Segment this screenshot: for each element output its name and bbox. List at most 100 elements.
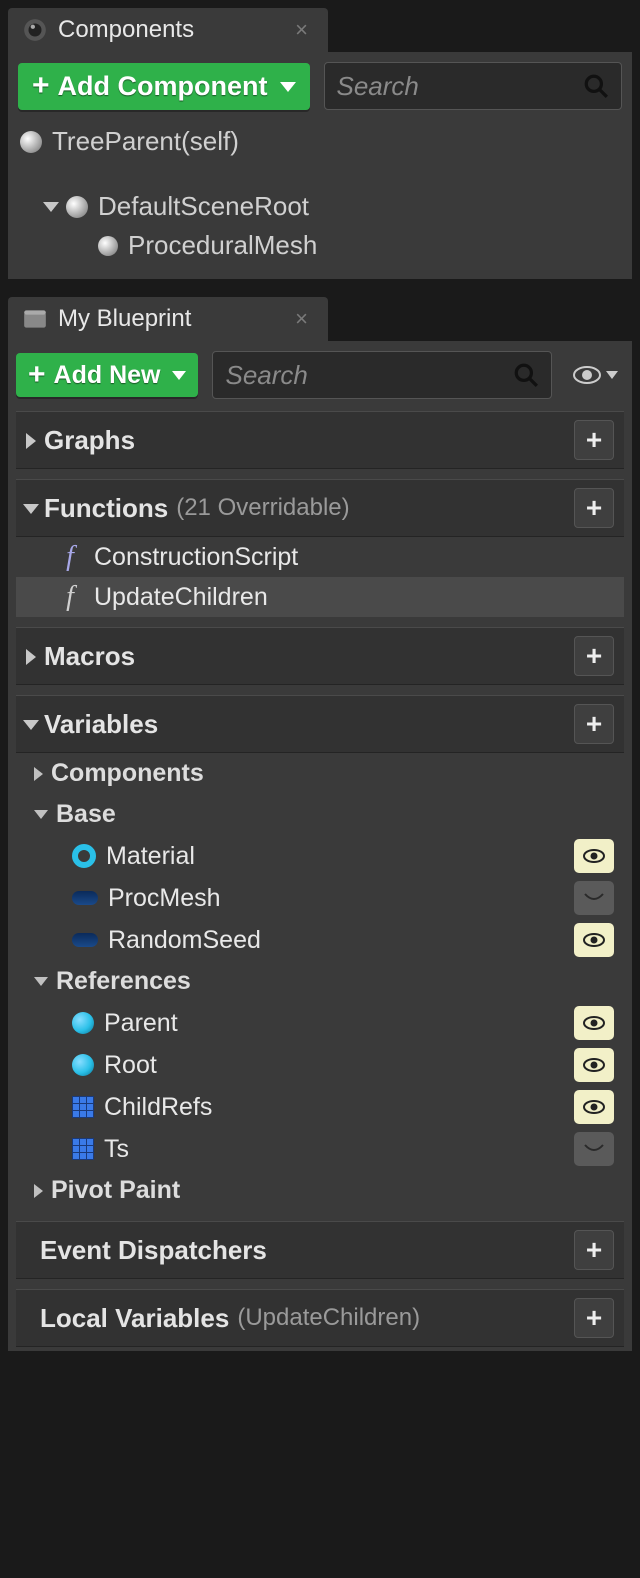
tree-root-item[interactable]: TreeParent(self) bbox=[18, 122, 622, 161]
components-tab-label: Components bbox=[58, 16, 194, 44]
chevron-right-icon bbox=[26, 641, 36, 672]
visibility-toggle[interactable] bbox=[574, 1090, 614, 1124]
variable-name: Ts bbox=[104, 1135, 129, 1164]
local-variables-section-header[interactable]: Local Variables (UpdateChildren) + bbox=[16, 1289, 624, 1347]
add-graph-button[interactable]: + bbox=[574, 420, 614, 460]
visibility-toggle[interactable] bbox=[574, 923, 614, 957]
add-new-label: Add New bbox=[54, 361, 161, 390]
variable-name: Material bbox=[106, 842, 195, 871]
caret-down-icon bbox=[280, 80, 296, 92]
add-macro-button[interactable]: + bbox=[574, 636, 614, 676]
visibility-toggle[interactable] bbox=[574, 1048, 614, 1082]
search-icon bbox=[513, 362, 539, 388]
array-type-icon bbox=[72, 1096, 94, 1118]
components-tab[interactable]: Components × bbox=[8, 8, 328, 52]
functions-section-header[interactable]: Functions (21 Overridable) + bbox=[16, 479, 624, 537]
chevron-right-icon bbox=[26, 425, 36, 456]
add-component-button[interactable]: + Add Component bbox=[18, 63, 310, 110]
view-options-button[interactable] bbox=[566, 365, 624, 385]
object-type-icon bbox=[72, 933, 98, 947]
tree-root-label: TreeParent(self) bbox=[52, 126, 239, 157]
function-name: ConstructionScript bbox=[94, 543, 298, 572]
plus-icon: + bbox=[32, 71, 50, 101]
my-blueprint-panel: + Add New Search Graphs + bbox=[8, 341, 632, 1351]
components-panel: + Add Component Search TreeParent(self) bbox=[8, 52, 632, 279]
variable-root[interactable]: Root bbox=[16, 1044, 624, 1086]
components-search-input[interactable]: Search bbox=[324, 62, 623, 110]
add-variable-button[interactable]: + bbox=[574, 704, 614, 744]
function-item-updatechildren[interactable]: f UpdateChildren bbox=[16, 577, 624, 617]
object-type-icon bbox=[72, 891, 98, 905]
tree-mesh-item[interactable]: ProceduralMesh bbox=[18, 226, 622, 265]
add-local-variable-button[interactable]: + bbox=[574, 1298, 614, 1338]
tree-scene-root-item[interactable]: DefaultSceneRoot bbox=[18, 187, 622, 226]
object-ref-icon bbox=[72, 1054, 94, 1076]
array-type-icon bbox=[72, 1138, 94, 1160]
chevron-down-icon bbox=[34, 810, 48, 819]
variable-name: Root bbox=[104, 1051, 157, 1080]
variable-name: ProcMesh bbox=[108, 884, 221, 913]
macros-label: Macros bbox=[44, 641, 135, 672]
variable-ts[interactable]: Ts bbox=[16, 1128, 624, 1170]
local-variables-label: Local Variables bbox=[40, 1303, 229, 1334]
visibility-toggle[interactable] bbox=[574, 839, 614, 873]
chevron-down-icon[interactable] bbox=[43, 202, 59, 212]
eye-icon bbox=[572, 365, 602, 385]
scene-component-icon bbox=[66, 196, 88, 218]
add-new-button[interactable]: + Add New bbox=[16, 353, 198, 397]
var-group-references[interactable]: References bbox=[16, 961, 624, 1002]
functions-subtitle: (21 Overridable) bbox=[176, 494, 349, 522]
variable-randomseed[interactable]: RandomSeed bbox=[16, 919, 624, 961]
visibility-toggle[interactable] bbox=[574, 1006, 614, 1040]
chevron-down-icon bbox=[26, 709, 36, 740]
blueprint-search-input[interactable]: Search bbox=[212, 351, 552, 399]
caret-down-icon bbox=[606, 371, 618, 379]
variables-section-header[interactable]: Variables + bbox=[16, 695, 624, 753]
event-dispatchers-label: Event Dispatchers bbox=[40, 1235, 267, 1266]
search-icon bbox=[583, 73, 609, 99]
mesh-label: ProceduralMesh bbox=[128, 230, 317, 261]
search-placeholder: Search bbox=[225, 360, 307, 391]
blueprint-icon bbox=[22, 308, 48, 330]
chevron-right-icon bbox=[34, 1184, 43, 1198]
local-variables-subtitle: (UpdateChildren) bbox=[237, 1304, 420, 1332]
scene-root-label: DefaultSceneRoot bbox=[98, 191, 309, 222]
variable-name: RandomSeed bbox=[108, 926, 261, 955]
var-group-components[interactable]: Components bbox=[16, 753, 624, 794]
variable-procmesh[interactable]: ProcMesh bbox=[16, 877, 624, 919]
add-event-dispatcher-button[interactable]: + bbox=[574, 1230, 614, 1270]
caret-down-icon bbox=[172, 370, 186, 380]
event-dispatchers-section-header[interactable]: Event Dispatchers + bbox=[16, 1221, 624, 1279]
components-group-label: Components bbox=[51, 759, 204, 788]
macros-section-header[interactable]: Macros + bbox=[16, 627, 624, 685]
var-group-base[interactable]: Base bbox=[16, 794, 624, 835]
close-icon[interactable]: × bbox=[295, 306, 308, 332]
add-function-button[interactable]: + bbox=[574, 488, 614, 528]
var-group-pivot-paint[interactable]: Pivot Paint bbox=[16, 1170, 624, 1211]
graphs-section-header[interactable]: Graphs + bbox=[16, 411, 624, 469]
references-group-label: References bbox=[56, 967, 191, 996]
plus-icon: + bbox=[28, 360, 46, 390]
close-icon[interactable]: × bbox=[295, 17, 308, 43]
visibility-toggle[interactable] bbox=[574, 881, 614, 915]
variables-label: Variables bbox=[44, 709, 158, 740]
object-ref-icon bbox=[72, 1012, 94, 1034]
chevron-down-icon bbox=[26, 493, 36, 524]
scene-component-icon bbox=[98, 236, 118, 256]
functions-label: Functions bbox=[44, 493, 168, 524]
graphs-label: Graphs bbox=[44, 425, 135, 456]
search-placeholder: Search bbox=[337, 71, 419, 102]
material-type-icon bbox=[72, 844, 96, 868]
variable-material[interactable]: Material bbox=[16, 835, 624, 877]
function-item-construction[interactable]: f ConstructionScript bbox=[16, 537, 624, 577]
my-blueprint-tab[interactable]: My Blueprint × bbox=[8, 297, 328, 341]
ue-logo-icon bbox=[22, 17, 48, 43]
variable-parent[interactable]: Parent bbox=[16, 1002, 624, 1044]
actor-icon bbox=[20, 131, 42, 153]
add-component-label: Add Component bbox=[58, 71, 268, 102]
variable-name: Parent bbox=[104, 1009, 178, 1038]
visibility-toggle[interactable] bbox=[574, 1132, 614, 1166]
variable-childrefs[interactable]: ChildRefs bbox=[16, 1086, 624, 1128]
my-blueprint-tab-label: My Blueprint bbox=[58, 305, 191, 333]
chevron-down-icon bbox=[34, 977, 48, 986]
